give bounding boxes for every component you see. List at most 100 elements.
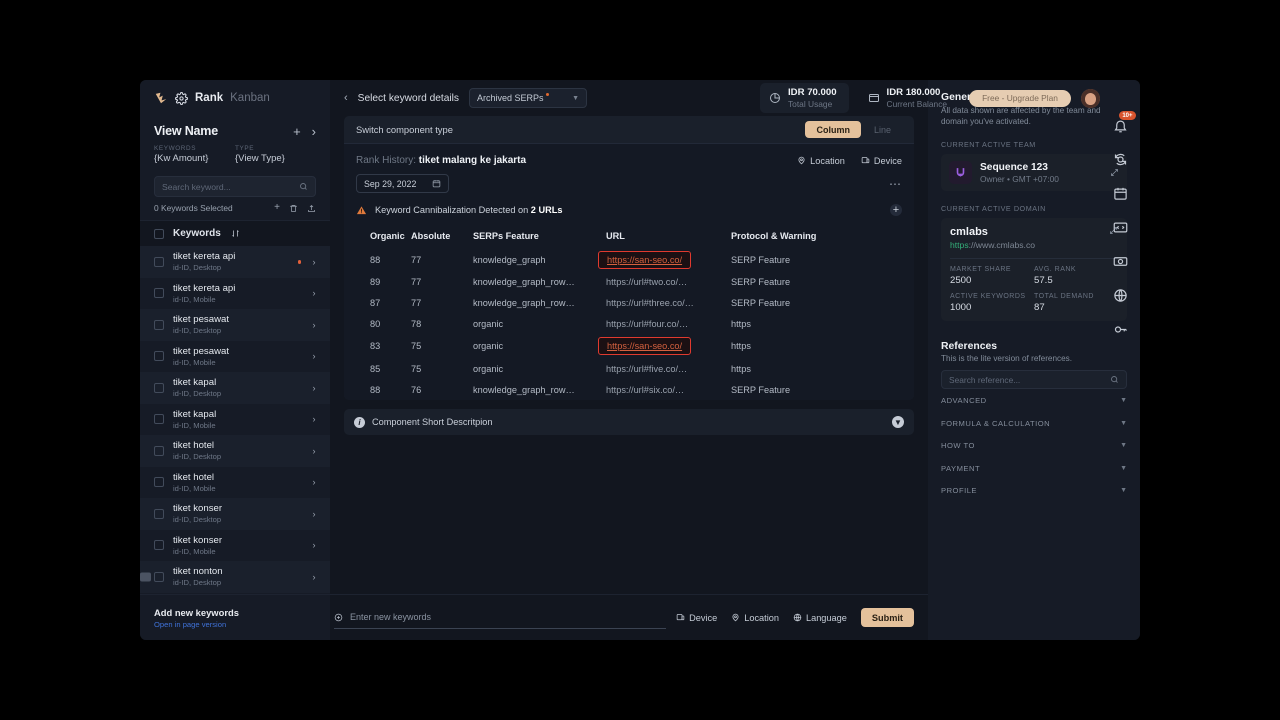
url-link[interactable]: https://url#six.co/…: [606, 385, 684, 395]
user-avatar[interactable]: [1080, 88, 1100, 108]
table-row[interactable]: 83 75 organic https://san-seo.co/https: [356, 335, 902, 358]
calendar-icon[interactable]: [1113, 186, 1128, 201]
chevron-down-icon: ▼: [1120, 464, 1127, 472]
chevron-right-icon[interactable]: ›: [310, 288, 318, 298]
keyword-list-item[interactable]: tiket kapal id-ID, Mobile ›: [140, 404, 330, 436]
date-picker[interactable]: Sep 29, 2022: [356, 174, 450, 193]
archived-serps-select[interactable]: Archived SERPs ▼: [469, 88, 588, 108]
keyword-checkbox[interactable]: [154, 571, 164, 582]
url-link[interactable]: https://url#four.co/…: [606, 319, 688, 329]
location-filter-chip[interactable]: Location: [797, 156, 845, 166]
chevron-right-icon[interactable]: ›: [310, 540, 318, 550]
table-row[interactable]: 85 75 organic https://url#five.co/… https: [356, 358, 902, 379]
reference-accordion-formula-calculation[interactable]: FORMULA & CALCULATION ▼: [941, 412, 1127, 435]
back-button[interactable]: ‹: [344, 92, 348, 104]
gear-icon[interactable]: [175, 91, 188, 105]
bell-icon[interactable]: 10+: [1113, 111, 1136, 133]
keyword-list-item[interactable]: tiket nonton id-ID, Desktop ›: [140, 561, 330, 593]
keyword-checkbox[interactable]: [154, 256, 164, 267]
reference-accordion-profile[interactable]: PROFILE ▼: [941, 479, 1127, 502]
keyword-checkbox[interactable]: [154, 477, 164, 488]
keyword-list-item[interactable]: tiket konser id-ID, Mobile ›: [140, 530, 330, 562]
reference-accordion-payment[interactable]: PAYMENT ▼: [941, 457, 1127, 480]
key-icon[interactable]: [1113, 322, 1128, 337]
search-reference-input[interactable]: [949, 374, 1110, 385]
trash-icon[interactable]: [289, 204, 298, 213]
plus-circle-icon[interactable]: [334, 613, 343, 622]
chevron-right-icon[interactable]: ›: [310, 509, 318, 519]
new-keyword-input[interactable]: [350, 612, 667, 622]
keyword-checkbox[interactable]: [154, 382, 164, 393]
table-row[interactable]: 87 77 knowledge_graph_row… https://url#thre…: [356, 292, 902, 313]
scroll-handle[interactable]: [140, 572, 151, 582]
chevron-right-icon[interactable]: ›: [310, 477, 318, 487]
reference-accordion-how-to[interactable]: HOW TO ▼: [941, 434, 1127, 457]
keyword-checkbox[interactable]: [154, 445, 164, 456]
flagged-url-link[interactable]: https://san-seo.co/: [598, 250, 692, 269]
flagged-url-link[interactable]: https://san-seo.co/: [598, 337, 692, 356]
chevron-right-icon[interactable]: ›: [310, 414, 318, 424]
keyword-list-item[interactable]: tiket hotel id-ID, Desktop ›: [140, 435, 330, 467]
keyword-list-item[interactable]: tiket kapal id-ID, Desktop ›: [140, 372, 330, 404]
tab-column[interactable]: Column: [805, 121, 861, 138]
more-dots-icon[interactable]: ⋯: [889, 178, 902, 190]
expand-view-button[interactable]: ›: [312, 125, 316, 138]
component-type-toggle[interactable]: Column Line: [805, 121, 902, 138]
url-link[interactable]: https://url#five.co/…: [606, 364, 687, 374]
upgrade-plan-button[interactable]: Free - Upgrade Plan: [969, 89, 1071, 107]
keyword-checkbox[interactable]: [154, 351, 164, 362]
plus-circle-icon[interactable]: +: [890, 204, 902, 216]
bottom-device-button[interactable]: Device: [676, 613, 717, 623]
open-page-version-link[interactable]: Open in page version: [154, 620, 316, 629]
submit-button[interactable]: Submit: [860, 608, 914, 627]
select-all-checkbox[interactable]: [154, 228, 164, 239]
keyword-list-item[interactable]: tiket kereta api id-ID, Desktop ›: [140, 246, 330, 278]
sync-icon[interactable]: [1113, 152, 1128, 167]
bottom-location-button[interactable]: Location: [731, 613, 779, 623]
chevron-right-icon[interactable]: ›: [310, 572, 318, 582]
table-row[interactable]: 88 76 knowledge_graph_row… https://url#six.…: [356, 379, 902, 400]
search-keyword-input[interactable]: [162, 181, 299, 192]
table-row[interactable]: 89 77 knowledge_graph_row… https://url#two.…: [356, 271, 902, 292]
code-icon[interactable]: [1113, 220, 1128, 235]
table-row[interactable]: 80 78 organic https://url#four.co/… https: [356, 314, 902, 335]
keyword-list-item[interactable]: tiket hotel id-ID, Mobile ›: [140, 467, 330, 499]
chevron-right-icon[interactable]: ›: [310, 257, 318, 267]
url-link[interactable]: https://url#two.co/…: [606, 277, 687, 287]
keyword-search-box[interactable]: [154, 176, 316, 197]
url-link[interactable]: https://url#three.co/…: [606, 298, 694, 308]
keyword-list-item[interactable]: tiket konser id-ID, Desktop ›: [140, 498, 330, 530]
keyword-checkbox[interactable]: [154, 319, 164, 330]
chevron-right-icon[interactable]: ›: [310, 351, 318, 361]
camera-icon[interactable]: [1113, 254, 1128, 269]
device-filter-chip[interactable]: Device: [861, 156, 902, 166]
chevron-down-circle-icon[interactable]: ▼: [892, 416, 904, 429]
tab-line[interactable]: Line: [863, 121, 902, 138]
bottom-language-button[interactable]: Language: [793, 613, 847, 623]
keyword-checkbox[interactable]: [154, 508, 164, 519]
add-keyword-button[interactable]: +: [274, 203, 280, 213]
chevron-right-icon[interactable]: ›: [310, 446, 318, 456]
keyword-list-item[interactable]: tiket pesawat id-ID, Mobile ›: [140, 341, 330, 373]
add-view-button[interactable]: +: [293, 125, 301, 138]
chevron-right-icon[interactable]: ›: [310, 320, 318, 330]
total-usage-stat[interactable]: IDR 70.000 Total Usage: [760, 82, 849, 114]
keyword-checkbox[interactable]: [154, 288, 164, 299]
current-balance-stat[interactable]: IDR 180.000 Current Balance: [859, 83, 960, 114]
new-keyword-field[interactable]: [334, 607, 667, 629]
chevron-right-icon[interactable]: ›: [310, 383, 318, 393]
keyword-list-item[interactable]: tiket pesawat id-ID, Desktop ›: [140, 309, 330, 341]
reference-accordion-advanced[interactable]: ADVANCED ▼: [941, 389, 1127, 412]
sort-icon[interactable]: [231, 229, 240, 238]
keyword-checkbox[interactable]: [154, 540, 164, 551]
share-icon[interactable]: [307, 204, 316, 213]
keyword-checkbox[interactable]: [154, 414, 164, 425]
reference-search-box[interactable]: [941, 370, 1127, 390]
keyword-list-item[interactable]: tiket kereta api id-ID, Mobile ›: [140, 278, 330, 310]
cannibalization-alert: Keyword Cannibalization Detected on 2 UR…: [356, 204, 902, 225]
brand-kanban-label[interactable]: Kanban: [230, 92, 270, 104]
table-row[interactable]: 88 77 knowledge_graph https://san-seo.co/SE…: [356, 248, 902, 271]
keywords-list[interactable]: tiket kereta api id-ID, Desktop › tiket ker…: [140, 246, 330, 594]
brand-rank-label[interactable]: Rank: [195, 92, 223, 104]
globe-icon[interactable]: [1113, 288, 1128, 303]
